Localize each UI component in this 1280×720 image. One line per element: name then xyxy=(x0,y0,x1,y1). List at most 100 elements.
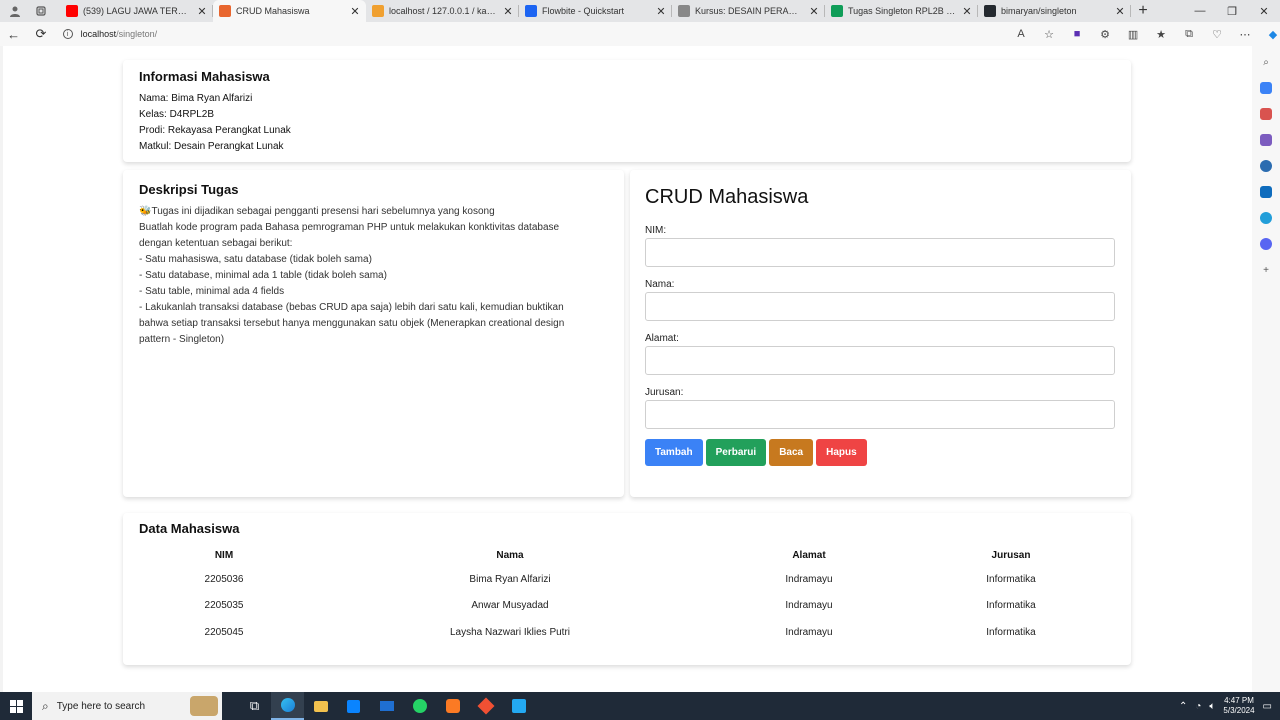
volume-icon[interactable]: 🔈︎ xyxy=(1209,701,1215,712)
tab-close-icon[interactable]: ✕ xyxy=(1115,5,1125,18)
minimize-icon[interactable]: — xyxy=(1184,5,1216,18)
description-line: - Satu table, minimal ada 4 fields xyxy=(139,286,285,297)
git-icon[interactable] xyxy=(469,692,502,720)
start-button[interactable] xyxy=(0,699,32,713)
notifications-icon[interactable]: ▭ xyxy=(1263,701,1272,712)
window-controls: — ❐ ✕ xyxy=(1184,5,1280,18)
shopping-icon[interactable] xyxy=(1260,82,1272,94)
baca-button[interactable]: Baca xyxy=(769,439,814,466)
whatsapp-icon[interactable] xyxy=(403,692,436,720)
settings-more-icon[interactable]: ⋯ xyxy=(1238,28,1252,41)
back-icon[interactable]: ← xyxy=(0,27,27,42)
table-cell: 2205036 xyxy=(204,573,244,585)
jurusan-input[interactable] xyxy=(645,400,1115,429)
tray-chevron-icon[interactable]: ⌃ xyxy=(1179,701,1187,712)
browser-tab[interactable]: Flowbite - Quickstart ✕ xyxy=(519,0,672,22)
description-title: Deskripsi Tugas xyxy=(139,182,239,197)
extension-icon[interactable]: ■ xyxy=(1070,28,1084,40)
file-explorer-icon[interactable] xyxy=(304,692,337,720)
microsoft-365-icon[interactable] xyxy=(1260,160,1272,172)
table-cell: Informatika xyxy=(986,626,1036,638)
alamat-label: Alamat: xyxy=(645,333,679,344)
browser-tab[interactable]: Kursus: DESAIN PERANGKAT LU ✕ xyxy=(672,0,825,22)
search-icon[interactable]: ⌕ xyxy=(1260,56,1272,68)
browser-tab[interactable]: Tugas Singleton RPL2B (Jum'at, ✕ xyxy=(825,0,978,22)
edge-taskbar-icon[interactable] xyxy=(271,692,304,720)
tab-close-icon[interactable]: ✕ xyxy=(656,5,666,18)
close-window-icon[interactable]: ✕ xyxy=(1248,5,1280,18)
network-icon[interactable]: ◔ xyxy=(1195,701,1201,712)
alamat-input[interactable] xyxy=(645,346,1115,375)
task-view-icon[interactable]: ⧉ xyxy=(238,692,271,720)
vscode-icon[interactable] xyxy=(502,692,535,720)
address-bar-row: ← ⟳ i localhost/singleton/ A ☆ ■ ⚙ ▥ ★ ⧉… xyxy=(0,22,1280,46)
tab-title: bimaryan/singleton xyxy=(1001,6,1077,16)
nim-input[interactable] xyxy=(645,238,1115,267)
mail-icon[interactable] xyxy=(370,692,403,720)
tab-close-icon[interactable]: ✕ xyxy=(962,5,972,18)
microsoft-store-icon[interactable] xyxy=(337,692,370,720)
tab-list: (539) LAGU JAWA TERBAR ✕ CRUD Mahasiswa ✕ lo… xyxy=(60,0,1131,22)
table-row: 2205035 Anwar Musyadad Indramayu Informatik… xyxy=(139,593,1115,620)
tab-close-icon[interactable]: ✕ xyxy=(809,5,819,18)
site-info-icon[interactable]: i xyxy=(62,29,73,39)
nim-label: NIM: xyxy=(645,225,667,236)
telegram-icon[interactable] xyxy=(1260,212,1272,224)
outlook-icon[interactable] xyxy=(1260,186,1272,198)
add-sidebar-app-icon[interactable]: + xyxy=(1260,264,1272,276)
clock[interactable]: 4:47 PM 5/3/2024 xyxy=(1223,696,1254,716)
nama-input[interactable] xyxy=(645,292,1115,321)
refresh-icon[interactable]: ⟳ xyxy=(27,26,54,42)
profile-icon[interactable] xyxy=(8,4,22,18)
new-tab-button[interactable]: + xyxy=(1131,2,1155,20)
table-cell: Anwar Musyadad xyxy=(471,600,549,612)
tab-title: Kursus: DESAIN PERANGKAT LU xyxy=(695,6,804,16)
tab-close-icon[interactable]: ✕ xyxy=(350,5,360,18)
games-icon[interactable] xyxy=(1260,134,1272,146)
tab-favicon-icon xyxy=(525,5,537,17)
browser-tab[interactable]: CRUD Mahasiswa ✕ xyxy=(213,0,366,22)
browser-tab[interactable]: bimaryan/singleton ✕ xyxy=(978,0,1131,22)
info-title: Informasi Mahasiswa xyxy=(139,69,270,84)
workspaces-icon[interactable] xyxy=(34,4,48,18)
tab-title: CRUD Mahasiswa xyxy=(236,6,310,16)
table-cell: 2205045 xyxy=(204,626,244,638)
tab-close-icon[interactable]: ✕ xyxy=(503,5,513,18)
info-nama: Nama: Bima Ryan Alfarizi xyxy=(139,93,253,104)
url-path: /singleton/ xyxy=(116,29,158,39)
favorites-icon[interactable]: ★ xyxy=(1154,28,1168,41)
clock-time: 4:47 PM xyxy=(1224,696,1254,705)
tambah-button[interactable]: Tambah xyxy=(645,439,703,466)
info-prodi: Prodi: Rekayasa Perangkat Lunak xyxy=(139,125,291,136)
extensions-puzzle-icon[interactable]: ⚙ xyxy=(1098,28,1112,41)
header-jurusan: Jurusan xyxy=(991,549,1031,561)
table-cell: Informatika xyxy=(986,573,1036,585)
form-button-row: Tambah Perbarui Baca Hapus xyxy=(645,439,1116,466)
tools-icon[interactable] xyxy=(1260,108,1272,120)
perbarui-button[interactable]: Perbarui xyxy=(705,439,767,466)
taskbar-search-placeholder: Type here to search xyxy=(56,700,146,712)
data-table-card: Data Mahasiswa NIM Nama Alamat Jurusan 2… xyxy=(123,513,1131,665)
url-field[interactable]: i localhost/singleton/ xyxy=(62,24,1008,44)
table-cell: Laysha Nazwari Iklies Putri xyxy=(449,626,571,638)
restore-icon[interactable]: ❐ xyxy=(1216,5,1248,18)
taskbar-search[interactable]: ⌕ Type here to search xyxy=(32,692,222,720)
tab-close-icon[interactable]: ✕ xyxy=(197,5,207,18)
tab-separator xyxy=(1130,5,1131,17)
header-nama: Nama xyxy=(496,549,524,561)
description-line: - Satu mahasiswa, satu database (tidak b… xyxy=(139,254,372,265)
xampp-icon[interactable] xyxy=(436,692,469,720)
browser-tab[interactable]: (539) LAGU JAWA TERBAR ✕ xyxy=(60,0,213,22)
read-aloud-icon[interactable]: A xyxy=(1014,28,1028,40)
tab-title: Tugas Singleton RPL2B (Jum'at, xyxy=(848,6,957,16)
collections-icon[interactable]: ⧉ xyxy=(1182,28,1196,41)
copilot-icon[interactable]: ◆ xyxy=(1266,28,1280,41)
hapus-button[interactable]: Hapus xyxy=(816,439,867,466)
discord-icon[interactable] xyxy=(1260,238,1272,250)
browser-essentials-icon[interactable]: ♡ xyxy=(1210,28,1224,41)
split-screen-icon[interactable]: ▥ xyxy=(1126,28,1140,41)
table-cell: Indramayu xyxy=(785,626,833,638)
browser-tab[interactable]: localhost / 127.0.0.1 / kampus ✕ xyxy=(366,0,519,22)
favorite-star-icon[interactable]: ☆ xyxy=(1042,28,1056,41)
table-title: Data Mahasiswa xyxy=(139,521,240,536)
